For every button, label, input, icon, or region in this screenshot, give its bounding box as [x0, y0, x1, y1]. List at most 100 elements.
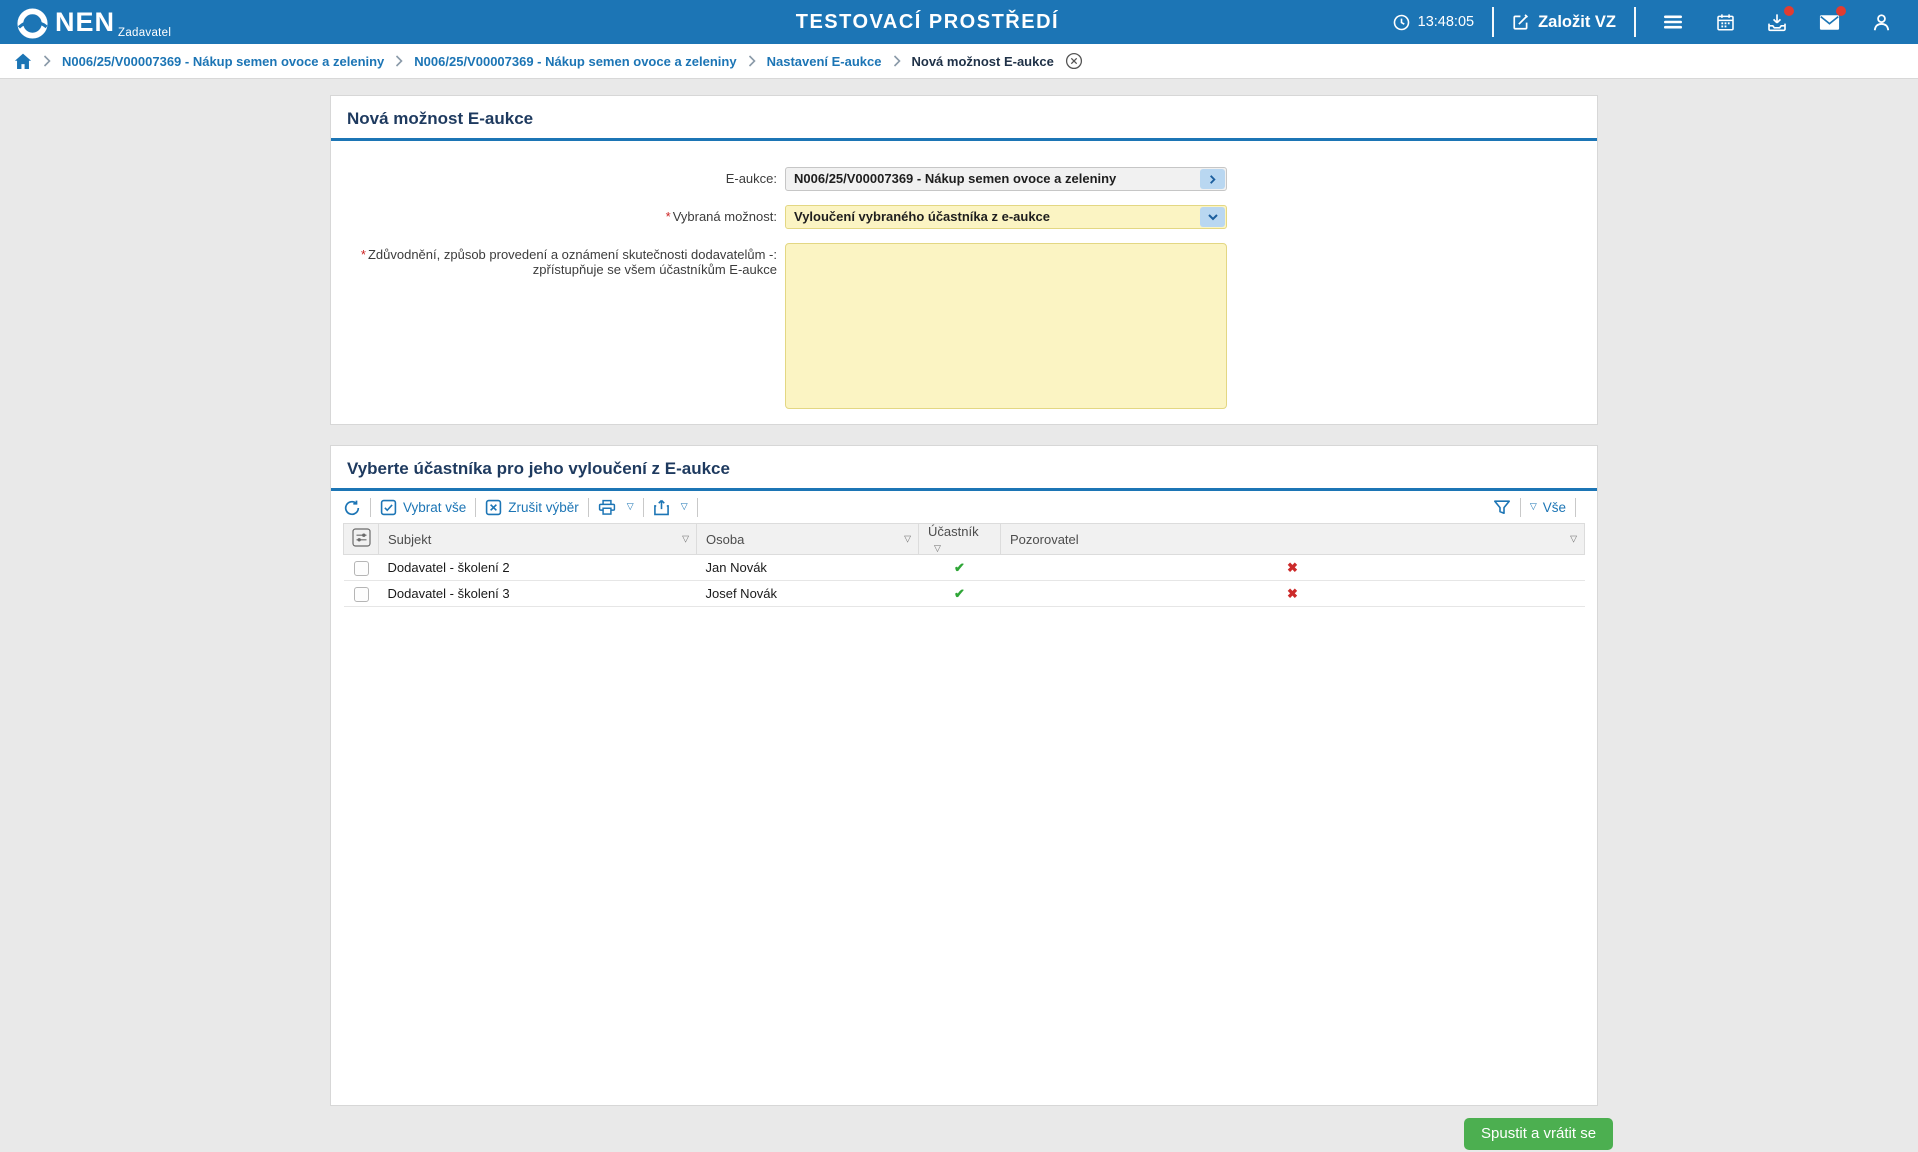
close-tab-icon[interactable] [1065, 52, 1083, 70]
section-underline [331, 138, 1597, 141]
row-checkbox[interactable] [354, 561, 369, 576]
column-header-ucastnik[interactable]: Účastník ▽ [919, 524, 1001, 555]
run-and-return-button[interactable]: Spustit a vrátit se [1464, 1118, 1613, 1150]
app-window: NEN Zadavatel TESTOVACÍ PROSTŘEDÍ 13:48:… [0, 0, 1918, 1152]
justification-label: *Zdůvodnění, způsob provedení a oznámení… [331, 243, 785, 414]
column-header-subjekt[interactable]: Subjekt ▽ [379, 524, 697, 555]
filter-all-button[interactable]: ▽ Vše [1530, 500, 1566, 515]
eaukce-row: E-aukce: N006/25/V00007369 - Nákup semen… [331, 167, 1597, 191]
breadcrumb-item-settings[interactable]: Nastavení E-aukce [767, 54, 882, 69]
logo-subtitle: Zadavatel [118, 27, 171, 39]
toolbar-divider [643, 498, 644, 517]
hamburger-icon [1663, 14, 1683, 30]
edit-icon [1512, 13, 1530, 31]
header-divider [1492, 7, 1494, 37]
justification-row: *Zdůvodnění, způsob provedení a oznámení… [331, 243, 1597, 414]
calendar-icon [1716, 13, 1735, 32]
create-vz-button[interactable]: Založit VZ [1512, 13, 1616, 32]
caret-down-icon: ▽ [1530, 501, 1537, 512]
cell-subjekt: Dodavatel - školení 3 [379, 581, 697, 607]
session-clock: 13:48:05 [1393, 14, 1474, 31]
form-section-title: Nová možnost E-aukce [331, 96, 1597, 138]
caret-down-icon[interactable]: ▽ [934, 543, 941, 553]
caret-down-icon[interactable]: ▽ [682, 534, 689, 545]
clock-icon [1393, 14, 1410, 31]
participant-check-icon: ✔ [954, 560, 965, 575]
checkbox-cross-icon [485, 499, 502, 516]
chevron-right-icon [395, 55, 403, 67]
caret-down-icon[interactable]: ▽ [1570, 534, 1577, 545]
toolbar-divider [588, 498, 589, 517]
new-eauction-option-panel: Nová možnost E-aukce E-aukce: N006/25/V0… [330, 95, 1598, 425]
top-header-bar: NEN Zadavatel TESTOVACÍ PROSTŘEDÍ 13:48:… [0, 0, 1918, 44]
home-icon[interactable] [14, 53, 32, 70]
observer-cross-icon: ✖ [1287, 586, 1298, 601]
mail-icon [1819, 14, 1840, 31]
breadcrumb-item-vz-1[interactable]: N006/25/V00007369 - Nákup semen ovoce a … [62, 54, 384, 69]
grid-toolbar-right: ▽ Vše [1493, 498, 1585, 517]
logo-title: NEN [55, 2, 115, 42]
clear-selection-button[interactable]: Zrušit výběr [485, 499, 579, 516]
print-button[interactable] [598, 499, 634, 516]
clear-selection-label: Zrušit výběr [508, 500, 579, 515]
header-actions: 13:48:05 Založit VZ [1393, 7, 1900, 37]
row-checkbox[interactable] [354, 587, 369, 602]
downloads-button[interactable] [1764, 9, 1790, 35]
participants-grid: Subjekt ▽ Osoba ▽ Účastník ▽ Pozorovat [343, 523, 1585, 607]
refresh-button[interactable] [343, 499, 361, 517]
column-settings-icon [352, 528, 371, 547]
messages-button[interactable] [1816, 9, 1842, 35]
download-tray-icon [1767, 13, 1787, 32]
filter-button[interactable] [1493, 499, 1511, 517]
observer-cross-icon: ✖ [1287, 560, 1298, 575]
environment-title: TESTOVACÍ PROSTŘEDÍ [796, 0, 1059, 44]
person-icon [1872, 13, 1891, 32]
downloads-badge [1784, 6, 1794, 16]
nen-logo-icon [16, 7, 49, 40]
messages-badge [1836, 6, 1846, 16]
grid-toolbar: Vybrat vše Zrušit výběr [331, 491, 1597, 522]
eaukce-value: N006/25/V00007369 - Nákup semen ovoce a … [785, 167, 1227, 191]
participants-section-title: Vyberte účastníka pro jeho vyloučení z E… [331, 446, 1597, 488]
participant-check-icon: ✔ [954, 586, 965, 601]
select-all-button[interactable]: Vybrat vše [380, 499, 466, 516]
eaukce-open-detail-button[interactable] [1200, 169, 1225, 189]
option-dropdown-button[interactable] [1200, 207, 1225, 227]
breadcrumb: N006/25/V00007369 - Nákup semen ovoce a … [0, 44, 1918, 79]
user-profile-button[interactable] [1868, 9, 1894, 35]
clock-time: 13:48:05 [1418, 14, 1474, 30]
breadcrumb-item-vz-2[interactable]: N006/25/V00007369 - Nákup semen ovoce a … [414, 54, 736, 69]
toolbar-divider [1520, 498, 1521, 517]
participants-panel: Vyberte účastníka pro jeho vyloučení z E… [330, 445, 1598, 1106]
toolbar-divider [475, 498, 476, 517]
justification-field [785, 243, 1227, 414]
cell-osoba: Josef Novák [697, 581, 919, 607]
calendar-button[interactable] [1712, 9, 1738, 35]
cell-subjekt: Dodavatel - školení 2 [379, 555, 697, 581]
caret-down-icon[interactable]: ▽ [904, 534, 911, 545]
toolbar-divider [697, 498, 698, 517]
chevron-right-icon [748, 55, 756, 67]
header-divider [1634, 7, 1636, 37]
toolbar-divider [370, 498, 371, 517]
table-row: Dodavatel - školení 2 Jan Novák ✔ ✖ [344, 555, 1585, 581]
create-vz-label: Založit VZ [1538, 13, 1616, 32]
column-header-pozorovatel[interactable]: Pozorovatel ▽ [1001, 524, 1585, 555]
chevron-right-icon [893, 55, 901, 67]
nen-logo[interactable]: NEN Zadavatel [16, 2, 115, 42]
filter-all-label: Vše [1543, 500, 1566, 515]
export-button[interactable] [653, 499, 688, 516]
main-menu-button[interactable] [1660, 9, 1686, 35]
column-settings-header[interactable] [344, 524, 379, 555]
justification-textarea[interactable] [785, 243, 1227, 409]
select-all-label: Vybrat vše [403, 500, 466, 515]
printer-icon [598, 499, 616, 516]
table-row: Dodavatel - školení 3 Josef Novák ✔ ✖ [344, 581, 1585, 607]
toolbar-divider [1575, 498, 1576, 517]
option-field: Vyloučení vybraného účastníka z e-aukce [785, 205, 1227, 229]
option-row: *Vybraná možnost: Vyloučení vybraného úč… [331, 205, 1597, 229]
export-icon [653, 499, 670, 516]
chevron-right-icon [43, 55, 51, 67]
option-select[interactable]: Vyloučení vybraného účastníka z e-aukce [785, 205, 1227, 229]
column-header-osoba[interactable]: Osoba ▽ [697, 524, 919, 555]
